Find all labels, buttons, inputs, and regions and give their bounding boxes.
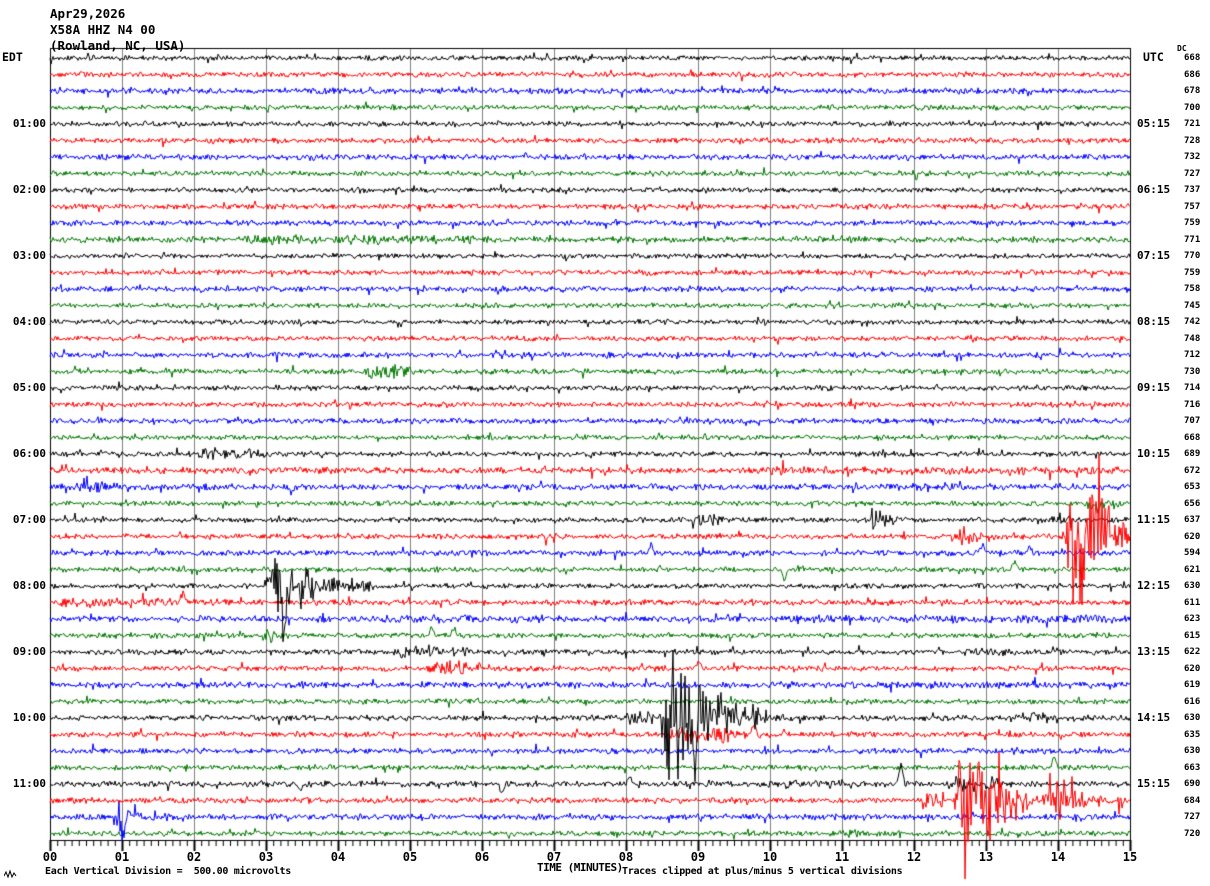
utc-time-label: 15:15 [1137,777,1171,790]
title-station: X58A HHZ N4 00 [50,22,156,37]
dc-value: 663 [1184,762,1201,773]
x-tick-label: 01 [114,850,130,864]
dc-value: 748 [1184,333,1201,344]
dc-value: 668 [1184,432,1201,443]
utc-time-label: 08:15 [1137,315,1171,328]
dc-value: 620 [1184,531,1201,542]
x-tick-label: 05 [402,850,418,864]
dc-value: 737 [1184,185,1201,195]
edt-time-label: 09:00 [12,645,46,658]
dc-value: 770 [1184,251,1201,261]
dc-value: 619 [1184,680,1201,690]
edt-time-label: 06:00 [12,447,46,460]
edt-time-label: 02:00 [12,183,46,196]
dc-value: 594 [1184,548,1201,558]
dc-value: 745 [1184,300,1201,311]
right-axis-header: UTC [1143,50,1164,64]
edt-time-label: 05:00 [12,381,46,394]
dc-value: 714 [1184,383,1201,393]
utc-time-label: 05:15 [1137,117,1171,130]
dc-value: 686 [1184,69,1201,80]
dc-value: 620 [1184,663,1201,674]
footer-scale-note: Each Vertical Division = 500.00 microvol… [45,866,291,877]
webicorder-page: Apr29,2026 X58A HHZ N4 00 (Rowland, NC, … [0,0,1210,886]
dc-value: 615 [1184,630,1201,641]
x-tick-label: 02 [186,850,202,864]
edt-time-label: 10:00 [12,711,46,724]
utc-time-label: 07:15 [1137,249,1171,262]
edt-time-label: 04:00 [12,315,46,328]
dc-value: 672 [1184,465,1201,476]
dc-value: 668 [1184,53,1201,63]
dc-value: 630 [1184,581,1201,591]
x-tick-label: 11 [834,850,850,864]
dc-value: 611 [1184,597,1201,608]
dc-value: 727 [1184,812,1201,822]
dc-value: 742 [1184,317,1201,327]
x-tick-label: 13 [978,850,994,864]
utc-time-label: 10:15 [1137,447,1171,460]
utc-time-label: 09:15 [1137,381,1171,394]
dc-value: 635 [1184,729,1201,740]
dc-value: 678 [1184,86,1201,96]
dc-value: 630 [1184,713,1201,723]
dc-value: 653 [1184,482,1201,492]
dc-value: 622 [1184,647,1201,657]
x-tick-label: 14 [1050,850,1066,864]
dc-value: 630 [1184,746,1201,756]
dc-value: 616 [1184,696,1201,707]
dc-value: 759 [1184,218,1201,228]
title-date: Apr29,2026 [50,6,126,21]
dc-value: 621 [1184,564,1201,575]
dc-value: 689 [1184,449,1201,459]
dc-value: 727 [1184,168,1201,179]
edt-time-label: 11:00 [12,777,46,790]
x-axis-title: TIME (MINUTES) [537,861,623,874]
title-location: (Rowland, NC, USA) [50,38,186,53]
utc-time-label: 06:15 [1137,183,1171,196]
dc-value: 757 [1184,201,1201,212]
edt-time-label: 01:00 [12,117,46,130]
footer-clip-note: Traces clipped at plus/minus 5 vertical … [622,866,903,877]
x-tick-label: 12 [906,850,922,864]
dc-value: 732 [1184,152,1201,162]
dc-value: 771 [1184,234,1201,245]
dc-value: 712 [1184,350,1201,360]
dc-value: 656 [1184,498,1201,509]
x-tick-label: 03 [258,850,274,864]
dc-value: 637 [1184,515,1201,525]
dc-value: 728 [1184,135,1201,146]
dc-value: 758 [1184,284,1201,294]
dc-value: 690 [1184,779,1201,789]
dc-value: 623 [1184,614,1201,624]
x-tick-label: 00 [42,850,58,864]
edt-time-label: 08:00 [12,579,46,592]
waveform-icon [4,869,17,879]
x-tick-label: 15 [1122,850,1138,864]
edt-time-label: 03:00 [12,249,46,262]
utc-time-label: 14:15 [1137,711,1171,724]
utc-time-label: 13:15 [1137,645,1171,658]
x-tick-label: 04 [330,850,346,864]
x-tick-label: 10 [762,850,778,864]
dc-value: 684 [1184,795,1201,806]
utc-time-label: 11:15 [1137,513,1171,526]
utc-time-label: 12:15 [1137,579,1171,592]
seismogram-canvas [0,0,1210,886]
dc-value: 721 [1184,119,1201,129]
dc-column-header: DC [1177,44,1187,53]
x-tick-label: 09 [690,850,706,864]
dc-value: 759 [1184,267,1201,278]
dc-value: 716 [1184,399,1201,410]
dc-value: 700 [1184,102,1201,113]
dc-value: 720 [1184,828,1201,839]
edt-time-label: 07:00 [12,513,46,526]
x-tick-label: 06 [474,850,490,864]
dc-value: 707 [1184,416,1201,426]
dc-value: 730 [1184,366,1201,377]
left-axis-header: EDT [2,50,23,64]
